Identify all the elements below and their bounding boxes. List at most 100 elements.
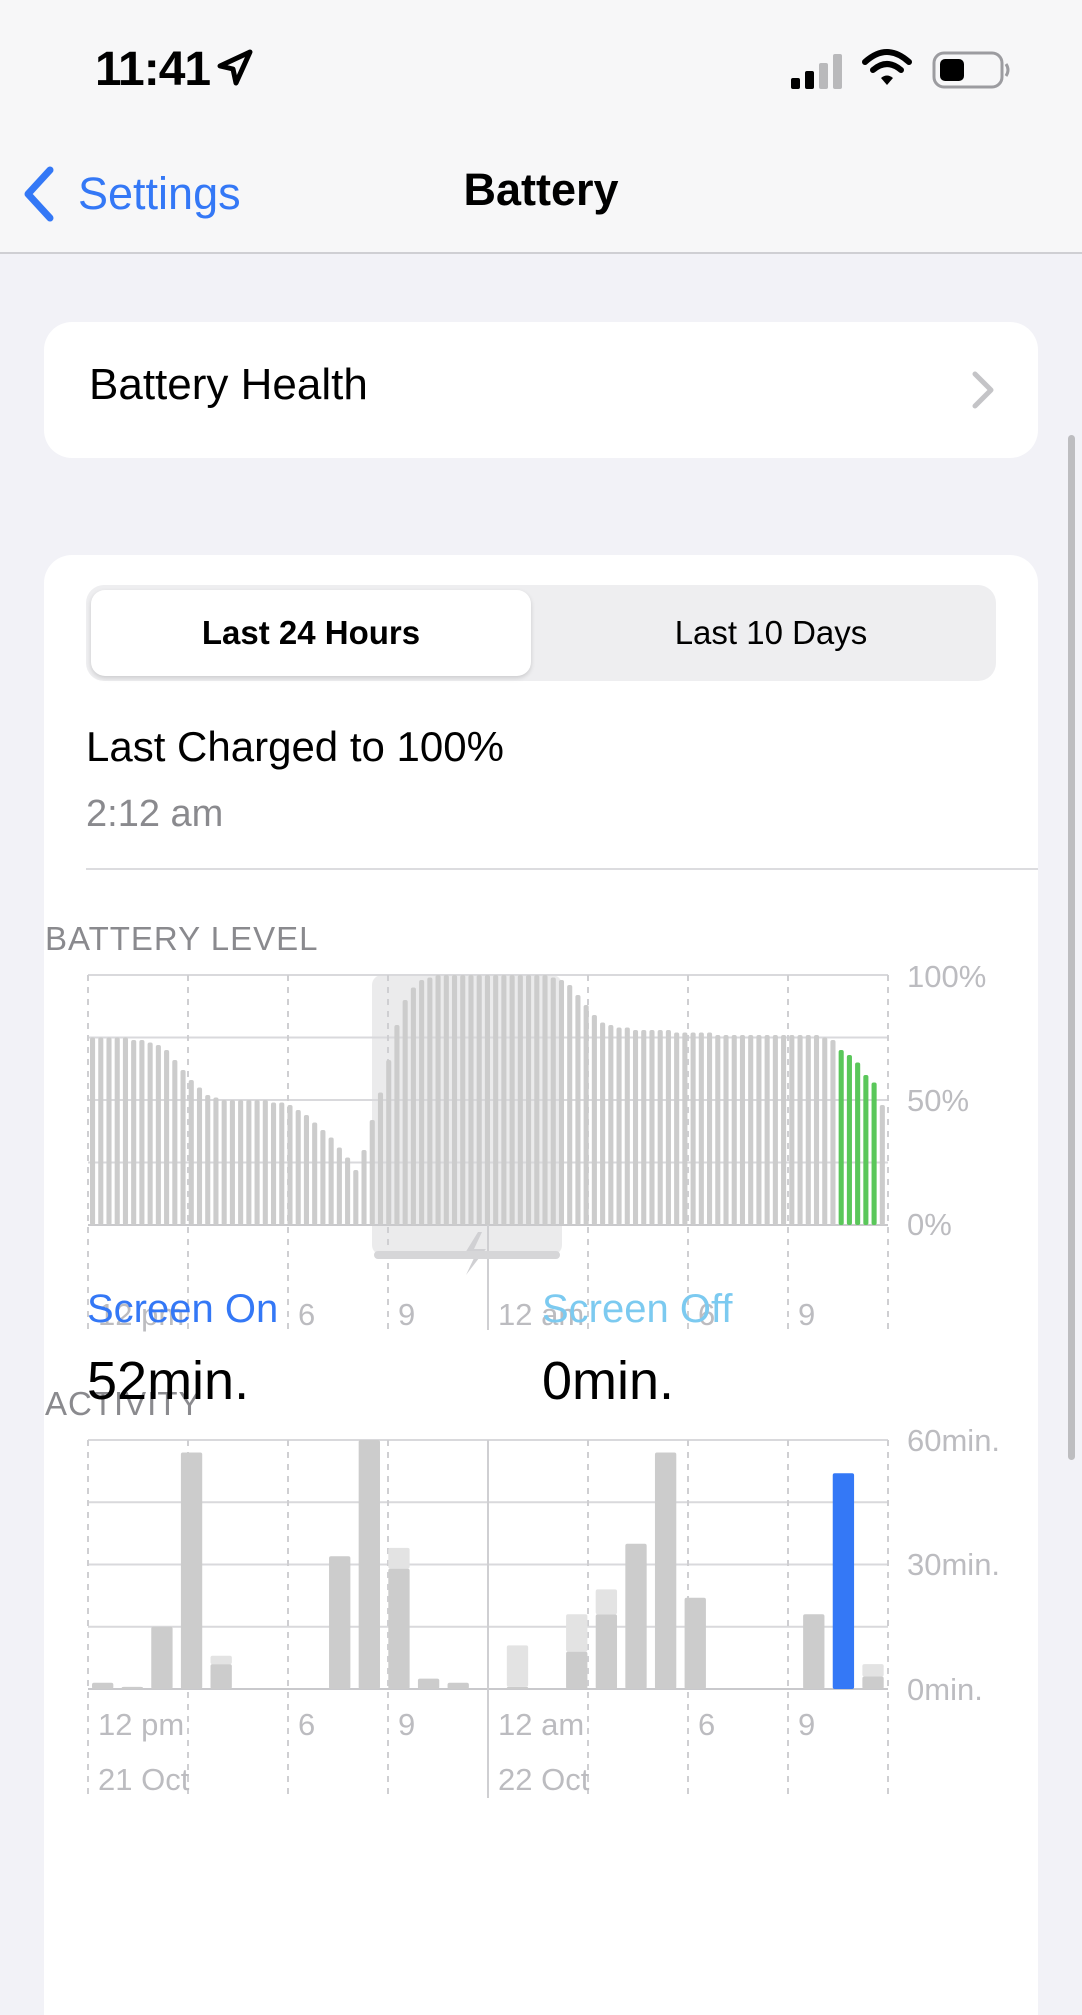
screen-off-label: Screen Off bbox=[542, 1287, 733, 1331]
battery-bar bbox=[394, 1025, 400, 1225]
battery-bar bbox=[279, 1102, 285, 1225]
battery-bar bbox=[690, 1032, 696, 1225]
battery-bar bbox=[131, 1040, 137, 1225]
battery-bar bbox=[114, 1037, 120, 1225]
battery-bar bbox=[756, 1035, 762, 1225]
battery-bar bbox=[600, 1022, 606, 1225]
battery-bar bbox=[90, 1037, 96, 1225]
battery-bar bbox=[254, 1100, 260, 1225]
battery-bar bbox=[353, 1170, 359, 1225]
activity-bar-screen-on bbox=[566, 1651, 588, 1689]
battery-bar bbox=[402, 1000, 408, 1225]
battery-bar bbox=[509, 975, 515, 1225]
battery-bar bbox=[879, 1105, 885, 1225]
battery-bar bbox=[205, 1095, 211, 1225]
battery-bar bbox=[641, 1030, 647, 1225]
activity-ytick-label: 0min. bbox=[907, 1672, 983, 1707]
battery-bar bbox=[196, 1087, 203, 1225]
battery-bar bbox=[419, 980, 425, 1225]
activity-bar-screen-on bbox=[447, 1682, 469, 1689]
activity-bar-screen-on bbox=[180, 1452, 203, 1689]
charts-canvas: 100%50%0%12 pm 6 9 12 am 6 960min.30min.0min.… bbox=[87, 959, 1000, 1798]
battery-bar bbox=[707, 1032, 713, 1225]
activity-bar-screen-off bbox=[388, 1547, 410, 1569]
battery-bar bbox=[682, 1032, 688, 1225]
battery-bar bbox=[336, 1147, 342, 1225]
activity-bar-screen-off bbox=[506, 1645, 529, 1687]
battery-bar bbox=[468, 975, 474, 1225]
battery-bar bbox=[287, 1105, 293, 1225]
battery-bar bbox=[270, 1102, 277, 1225]
battery-bar bbox=[698, 1032, 704, 1225]
charging-shade bbox=[372, 975, 562, 1255]
battery-bar bbox=[674, 1032, 680, 1225]
battery-bar bbox=[303, 1115, 309, 1225]
battery-bar bbox=[517, 975, 523, 1225]
battery-bar bbox=[484, 975, 490, 1225]
battery-bar bbox=[608, 1025, 614, 1225]
battery-bar bbox=[805, 1035, 811, 1225]
battery-bar bbox=[147, 1042, 153, 1225]
activity-bar-screen-on bbox=[358, 1440, 380, 1689]
battery-bar bbox=[526, 975, 532, 1225]
activity-bar-screen-on bbox=[595, 1614, 618, 1689]
battery-bar bbox=[739, 1035, 746, 1225]
scrollbar[interactable] bbox=[1068, 435, 1075, 1460]
battery-bar bbox=[221, 1100, 227, 1225]
battery-bar bbox=[632, 1030, 639, 1225]
battery-bar bbox=[345, 1157, 351, 1225]
battery-ytick-label: 50% bbox=[907, 1083, 969, 1118]
activity-xtick-label: 6 bbox=[298, 1707, 315, 1742]
battery-bar bbox=[229, 1100, 235, 1225]
screen-on-value: 52min. bbox=[87, 1351, 250, 1411]
battery-xtick-label: 6 bbox=[298, 1297, 315, 1332]
battery-xtick-label: 9 bbox=[398, 1297, 415, 1332]
battery-bar bbox=[98, 1037, 104, 1225]
activity-date-label: 21 Oct bbox=[98, 1762, 190, 1797]
battery-bar bbox=[106, 1037, 112, 1225]
battery-bar bbox=[295, 1110, 301, 1225]
activity-bar-screen-off bbox=[210, 1655, 232, 1665]
battery-bar bbox=[846, 1055, 852, 1225]
battery-bar bbox=[369, 1120, 375, 1225]
battery-bar bbox=[591, 1015, 597, 1225]
battery-bar bbox=[772, 1035, 778, 1225]
activity-bar-screen-on bbox=[388, 1568, 410, 1689]
activity-bar-screen-on bbox=[625, 1543, 647, 1689]
activity-xtick-label: 6 bbox=[698, 1707, 715, 1742]
battery-bar bbox=[139, 1040, 145, 1225]
battery-bar bbox=[715, 1035, 721, 1225]
battery-bar bbox=[797, 1035, 803, 1225]
battery-bar bbox=[246, 1100, 252, 1225]
activity-ytick-label: 60min. bbox=[907, 1423, 1000, 1458]
battery-bar bbox=[822, 1037, 828, 1225]
activity-bar-screen-on bbox=[803, 1614, 825, 1689]
activity-bar-screen-on bbox=[654, 1452, 677, 1689]
battery-bar bbox=[328, 1137, 334, 1225]
battery-bar bbox=[649, 1030, 655, 1225]
activity-bar-screen-on bbox=[329, 1556, 351, 1689]
battery-xtick-label: 9 bbox=[798, 1297, 815, 1332]
activity-bar-screen-on bbox=[832, 1473, 855, 1689]
battery-bar bbox=[534, 975, 540, 1225]
battery-bar bbox=[781, 1035, 787, 1225]
battery-bar bbox=[377, 1092, 384, 1225]
charging-bar-line bbox=[374, 1251, 560, 1259]
activity-bar-screen-off bbox=[595, 1589, 618, 1615]
activity-bar-screen-on bbox=[210, 1664, 232, 1689]
activity-bar-screen-on bbox=[417, 1678, 440, 1689]
battery-bar bbox=[567, 985, 573, 1225]
battery-bar bbox=[731, 1035, 737, 1225]
battery-bar bbox=[262, 1100, 268, 1225]
battery-bar bbox=[863, 1075, 869, 1225]
battery-bar bbox=[451, 975, 458, 1225]
activity-bar-screen-on bbox=[121, 1686, 143, 1689]
battery-bar bbox=[122, 1037, 129, 1225]
battery-bar bbox=[789, 1035, 795, 1225]
activity-bar-screen-on bbox=[506, 1686, 529, 1689]
battery-bar bbox=[764, 1035, 770, 1225]
battery-bar bbox=[460, 975, 466, 1225]
activity-bar-screen-off bbox=[862, 1664, 884, 1677]
activity-xtick-label: 9 bbox=[398, 1707, 415, 1742]
battery-bar bbox=[238, 1100, 244, 1225]
